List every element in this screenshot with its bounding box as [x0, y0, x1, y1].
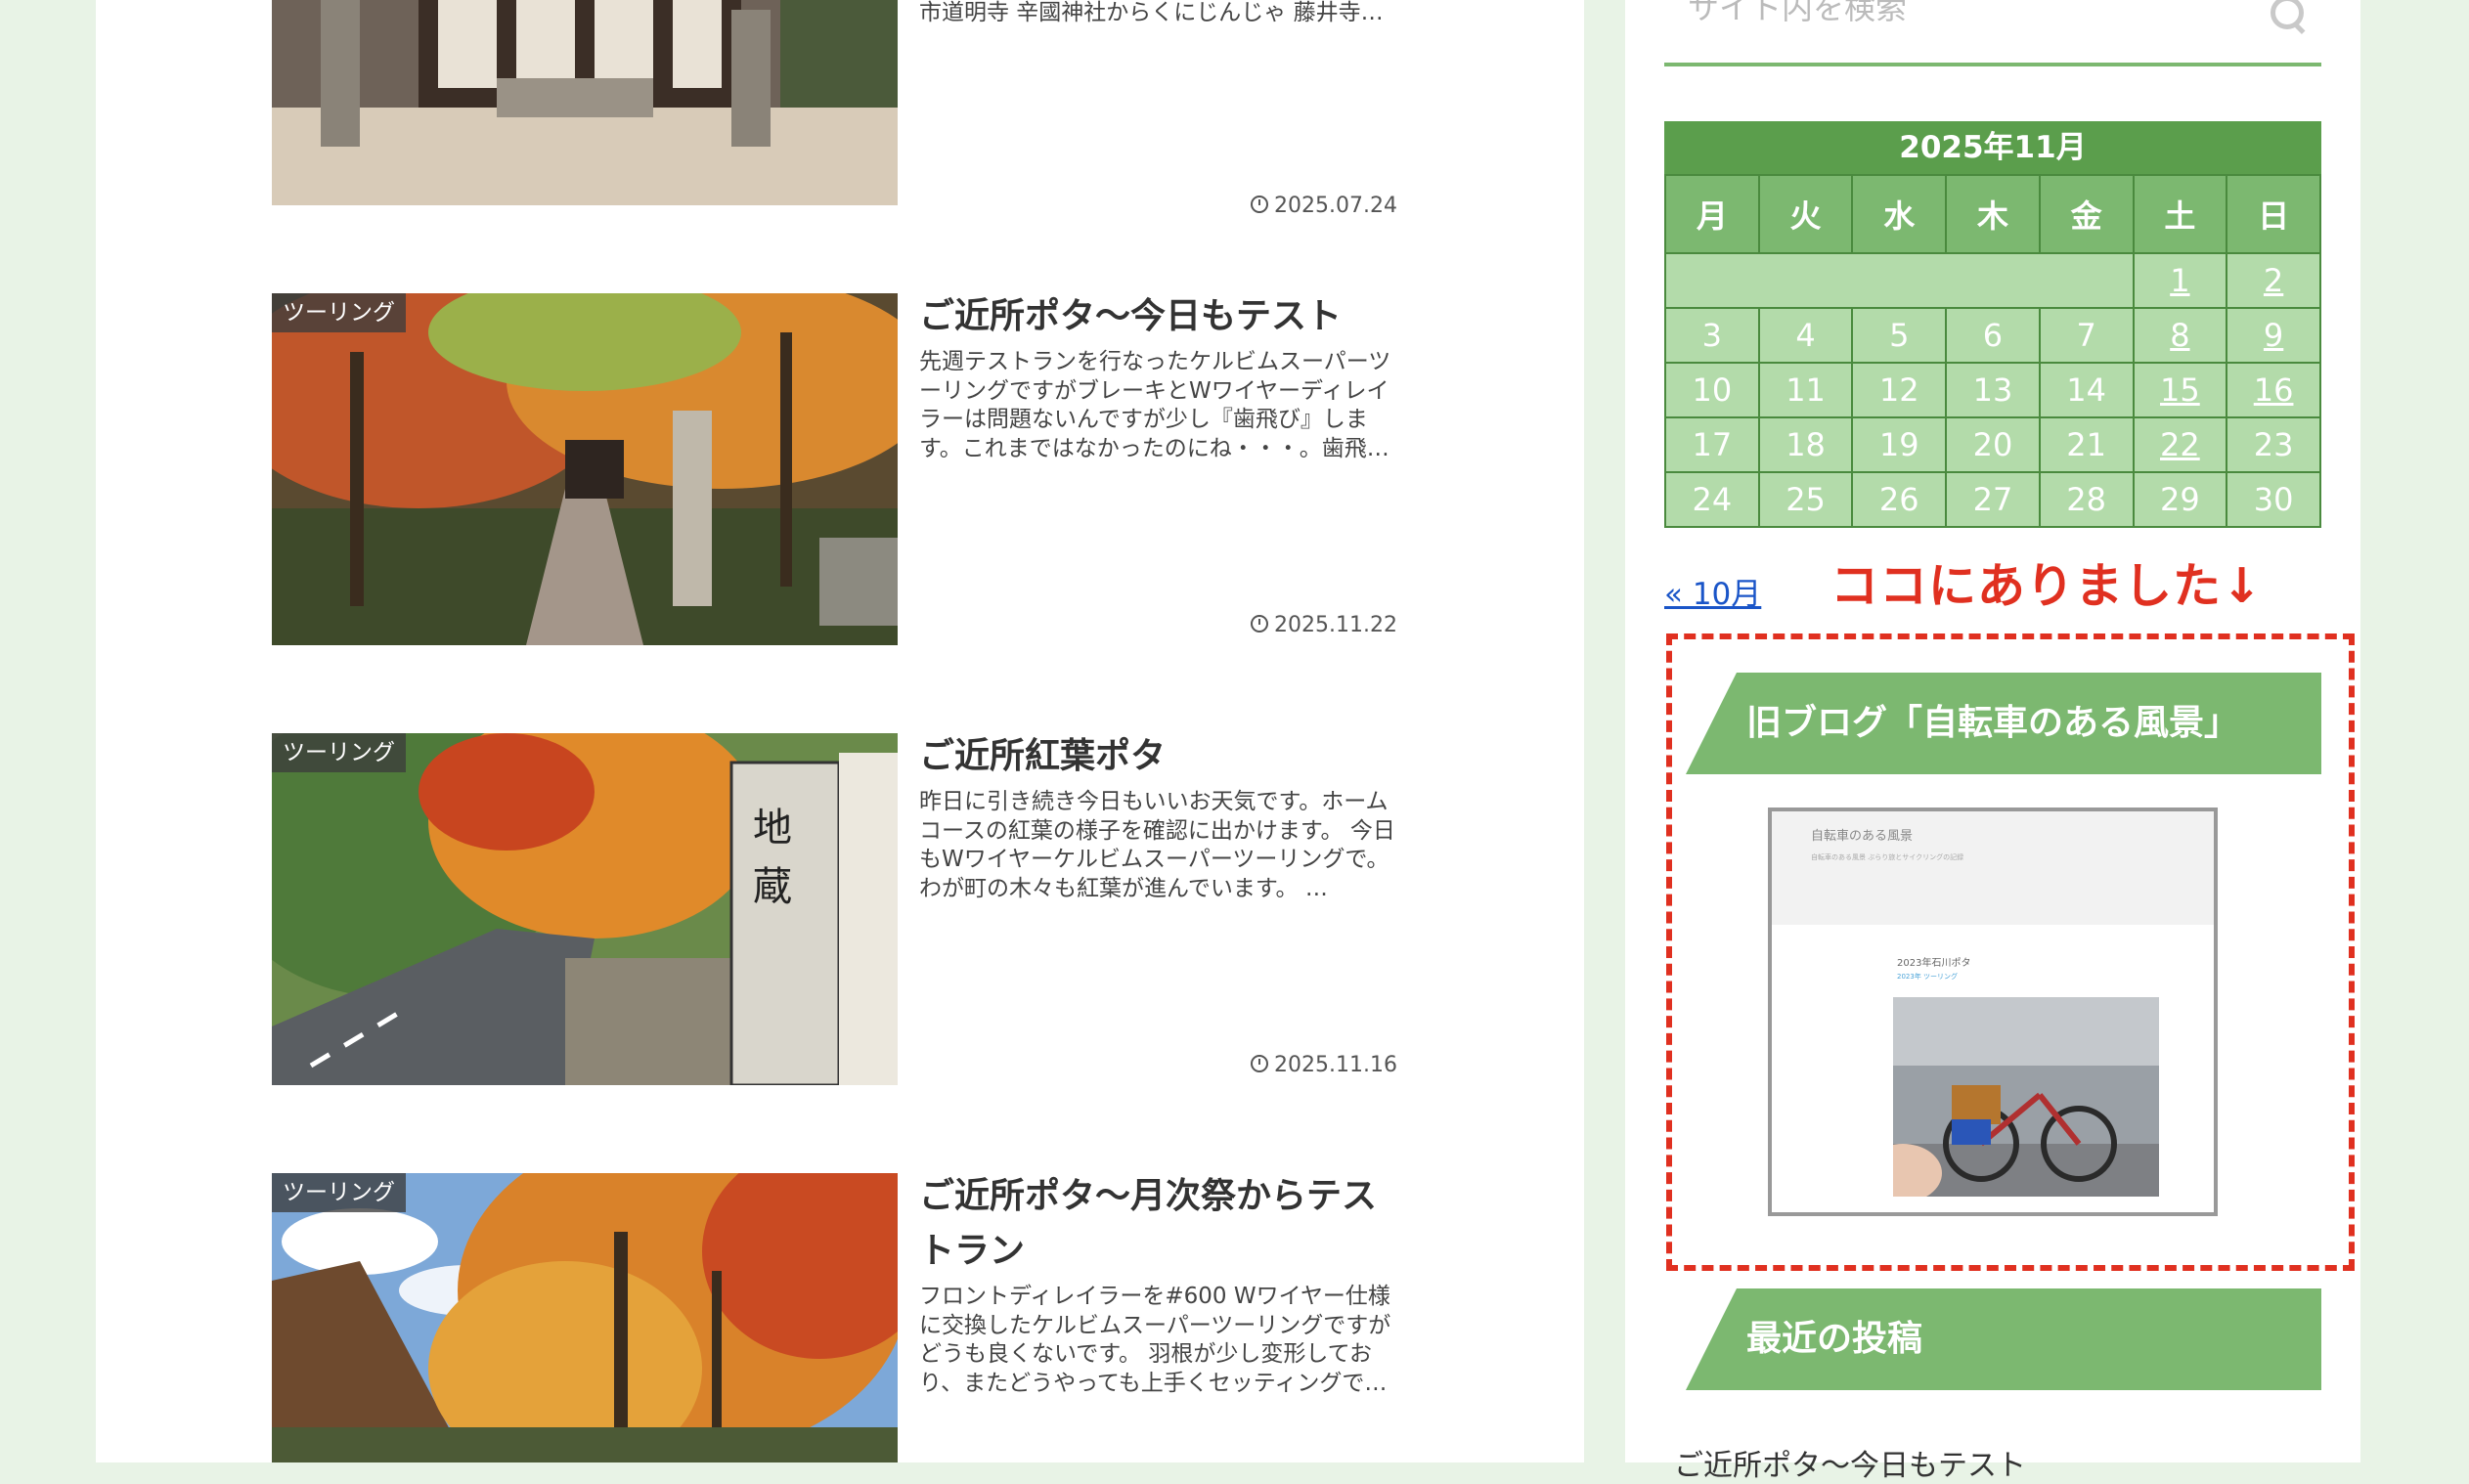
calendar-weekday: 月	[1664, 174, 1760, 254]
prev-month-link[interactable]: « 10月	[1664, 569, 1761, 613]
calendar-day: 28	[2038, 471, 2135, 528]
calendar-caption: 2025年11月	[1664, 121, 2321, 174]
category-tag[interactable]: ツーリング	[272, 293, 406, 332]
calendar-day: 14	[2038, 362, 2135, 418]
calendar-day-link[interactable]: 8	[2132, 307, 2228, 364]
calendar-table: 月火水木金土日 1 2 3 4 5 6 7 8 9 10 11 12 13 14 15 16 17 18 19 20 2…	[1664, 174, 2321, 528]
calendar-day: 5	[1851, 307, 1948, 364]
calendar-day-link[interactable]: 1	[2132, 252, 2228, 309]
search-icon[interactable]	[2271, 0, 2304, 29]
calendar-weekday: 木	[1945, 174, 2041, 254]
calendar-day: 24	[1664, 471, 1760, 528]
calendar-pad	[1664, 252, 2135, 309]
calendar-day: 20	[1945, 416, 2041, 473]
category-tag[interactable]: ツーリング	[272, 733, 406, 772]
search-input[interactable]	[1686, 0, 2237, 27]
calendar-week-row: 10 11 12 13 14 15 16	[1664, 362, 2321, 418]
banner-photo	[1893, 997, 2159, 1197]
calendar-day: 27	[1945, 471, 2041, 528]
old-blog-banner[interactable]: 自転車のある風景 自転車のある風景 ぶらり旅とサイクリングの記録 2023年石川…	[1768, 807, 2218, 1216]
calendar-weekday: 土	[2132, 174, 2228, 254]
post-excerpt: 先週テストランを行なったケルビムスーパーツーリングですがブレーキとWワイヤーディ…	[919, 349, 1391, 461]
calendar-weekday: 水	[1851, 174, 1948, 254]
recent-post-link[interactable]: ご近所ポタ〜今日もテスト	[1674, 1441, 2026, 1484]
old-blog-widget-heading: 旧ブログ「自転車のある風景」	[1686, 673, 2321, 774]
calendar-day-link[interactable]: 2	[2226, 252, 2321, 309]
calendar-week-row: 24 25 26 27 28 29 30	[1664, 471, 2321, 528]
post-thumbnail[interactable]: ツーリング	[272, 1173, 898, 1462]
post-card[interactable]: ツーリング ご近所ポタ〜今日もテスト 先週テストランを行なったケルビムスーパーツ…	[272, 293, 1421, 645]
post-thumbnail[interactable]: ツーリング	[272, 293, 898, 645]
post-date: 2025.07.24	[1251, 194, 1397, 218]
banner-post-meta: 2023年 ツーリング	[1897, 973, 1959, 981]
post-excerpt: フロントディレイラーを#600 Wワイヤー仕様に交換したケルビムスーパーツーリン…	[919, 1284, 1391, 1396]
post-card[interactable]: 市道明寺 辛國神社からくにじんじゃ 藤井寺… 2025.07.24	[272, 0, 1421, 218]
search-box[interactable]	[1664, 0, 2321, 66]
post-title[interactable]: ご近所ポタ〜今日もテスト	[919, 289, 1408, 344]
post-date: 2025.11.16	[1251, 1053, 1397, 1077]
calendar-day-link[interactable]: 9	[2226, 307, 2321, 364]
calendar-week-row: 3456789	[1664, 307, 2321, 364]
post-excerpt: 市道明寺 辛國神社からくにじんじゃ 藤井寺…	[919, 0, 1384, 25]
calendar-day-link[interactable]: 15	[2132, 362, 2228, 418]
calendar-day: 21	[2038, 416, 2135, 473]
calendar-day: 30	[2226, 471, 2321, 528]
calendar-day: 18	[1757, 416, 1854, 473]
annotation-text: ココにありました↓	[1830, 558, 2264, 614]
banner-post-title: 2023年石川ポタ	[1897, 958, 1971, 969]
calendar-weekday: 火	[1757, 174, 1854, 254]
calendar-day: 25	[1757, 471, 1854, 528]
calendar-day: 13	[1945, 362, 2041, 418]
calendar-week-row: 12	[1664, 252, 2321, 309]
post-title[interactable]: ご近所ポタ〜月次祭からテストラン	[919, 1169, 1408, 1279]
clock-icon	[1251, 1055, 1269, 1072]
clock-icon	[1251, 196, 1269, 213]
calendar-day: 4	[1757, 307, 1854, 364]
calendar-weekday: 金	[2038, 174, 2135, 254]
calendar-day: 17	[1664, 416, 1760, 473]
post-date: 2025.11.22	[1251, 613, 1397, 637]
post-excerpt: 昨日に引き続き今日もいいお天気です。ホームコースの紅葉の様子を確認に出かけます。…	[919, 789, 1395, 901]
post-card[interactable]: 地 蔵 ツーリング ご近所紅葉ポタ 昨日に引き続き今日もいいお天気です。ホームコ…	[272, 733, 1421, 1085]
clock-icon	[1251, 615, 1269, 633]
calendar-day: 7	[2038, 307, 2135, 364]
calendar-day: 11	[1757, 362, 1854, 418]
calendar-week-row: 17 18 19 20 21 22 23	[1664, 416, 2321, 473]
calendar-day: 3	[1664, 307, 1760, 364]
post-title[interactable]: ご近所紅葉ポタ	[919, 729, 1408, 784]
calendar-widget: 2025年11月 月火水木金土日 1 2 3 4 5 6 7 8 9 10 11 12 13 14 15 16…	[1664, 121, 2321, 528]
calendar-day: 6	[1945, 307, 2041, 364]
calendar-day-link[interactable]: 16	[2226, 362, 2321, 418]
banner-subtitle: 自転車のある風景 ぶらり旅とサイクリングの記録	[1811, 853, 1964, 861]
post-card[interactable]: ツーリング ご近所ポタ〜月次祭からテストラン フロントディレイラーを#600 W…	[272, 1173, 1421, 1462]
banner-title: 自転車のある風景	[1811, 829, 1914, 844]
svg-text:地: 地	[753, 806, 792, 851]
calendar-day: 29	[2132, 471, 2228, 528]
category-tag[interactable]: ツーリング	[272, 1173, 406, 1212]
calendar-day: 19	[1851, 416, 1948, 473]
calendar-day: 26	[1851, 471, 1948, 528]
calendar-day: 12	[1851, 362, 1948, 418]
calendar-day: 23	[2226, 416, 2321, 473]
post-thumbnail[interactable]	[272, 0, 898, 205]
post-thumbnail[interactable]: 地 蔵 ツーリング	[272, 733, 898, 1085]
calendar-day-link[interactable]: 22	[2132, 416, 2228, 473]
svg-text:蔵: 蔵	[753, 864, 792, 909]
calendar-day: 10	[1664, 362, 1760, 418]
recent-posts-heading: 最近の投稿	[1686, 1288, 2321, 1390]
calendar-weekday: 日	[2226, 174, 2321, 254]
